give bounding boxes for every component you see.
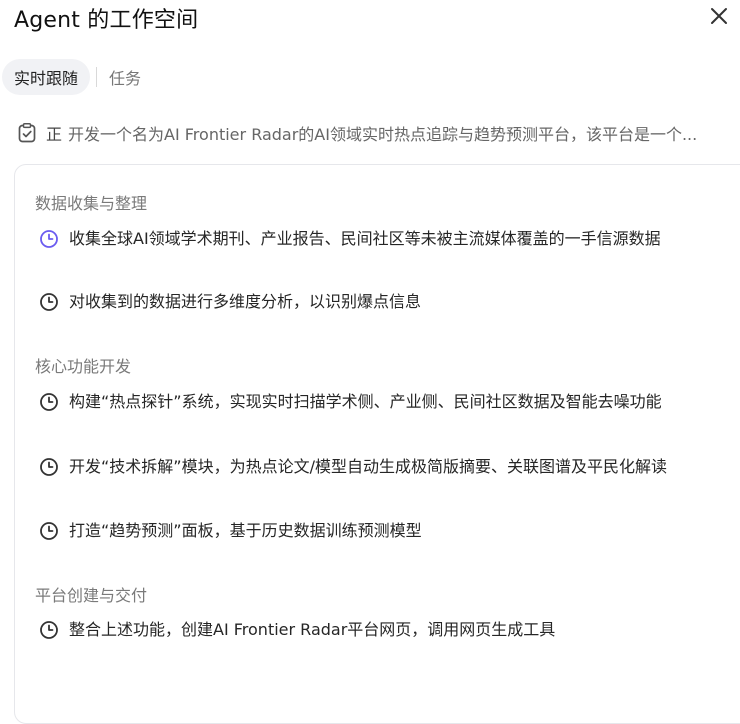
task-description: 开发一个名为AI Frontier Radar的AI领域实时热点追踪与趋势预测平… [68,125,698,144]
plan-item-text: 收集全球AI领域学术期刊、产业报告、民间社区等未被主流媒体覆盖的一手信源数据 [69,229,661,248]
section-title-data-collection: 数据收集与整理 [35,194,148,213]
plan-item-text: 开发“技术拆解”模块，为热点论文/模型自动生成极简版摘要、关联图谱及平民化解读 [69,457,667,476]
section-title-core-dev: 核心功能开发 [35,357,132,376]
plan-item: 打造“趋势预测”面板，基于历史数据训练预测模型 [39,518,719,543]
clock-icon [40,230,58,248]
tab-divider [96,67,98,87]
task-plan-panel: 数据收集与整理 收集全球AI领域学术期刊、产业报告、民间社区等未被主流媒体覆盖的… [14,164,740,724]
clipboard-check-icon [18,123,36,143]
section-title-platform-delivery: 平台创建与交付 [35,586,148,605]
workspace-header: Agent 的工作空间 [0,0,740,40]
plan-item: 整合上述功能，创建AI Frontier Radar平台网页，调用网页生成工具 [39,617,719,642]
task-status-prefix: 正 [46,125,63,144]
close-icon[interactable] [708,5,730,27]
clock-icon [40,393,58,411]
plan-item: 构建“热点探针”系统，实现实时扫描学术侧、产业侧、民间社区数据及智能去噪功能 [39,389,719,414]
tab-realtime-follow-label: 实时跟随 [14,69,79,88]
plan-item-text: 构建“热点探针”系统，实现实时扫描学术侧、产业侧、民间社区数据及智能去噪功能 [69,392,662,411]
tab-tasks[interactable]: 任务 [109,65,141,89]
clock-icon [40,458,58,476]
tab-bar: 实时跟随 任务 [2,58,141,96]
plan-item: 开发“技术拆解”模块，为热点论文/模型自动生成极简版摘要、关联图谱及平民化解读 [39,454,719,479]
tab-realtime-follow[interactable]: 实时跟随 [2,59,91,95]
plan-item: 收集全球AI领域学术期刊、产业报告、民间社区等未被主流媒体覆盖的一手信源数据 [39,226,719,251]
plan-item-text: 整合上述功能，创建AI Frontier Radar平台网页，调用网页生成工具 [69,620,556,639]
current-task: 正 开发一个名为AI Frontier Radar的AI领域实时热点追踪与趋势预… [16,119,740,147]
clock-icon [40,293,58,311]
plan-item: 对收集到的数据进行多维度分析，以识别爆点信息 [39,289,719,314]
plan-item-text: 打造“趋势预测”面板，基于历史数据训练预测模型 [69,521,422,540]
page-title: Agent 的工作空间 [14,8,199,33]
plan-item-text: 对收集到的数据进行多维度分析，以识别爆点信息 [69,292,422,311]
clock-icon [40,621,58,639]
clock-icon [40,522,58,540]
